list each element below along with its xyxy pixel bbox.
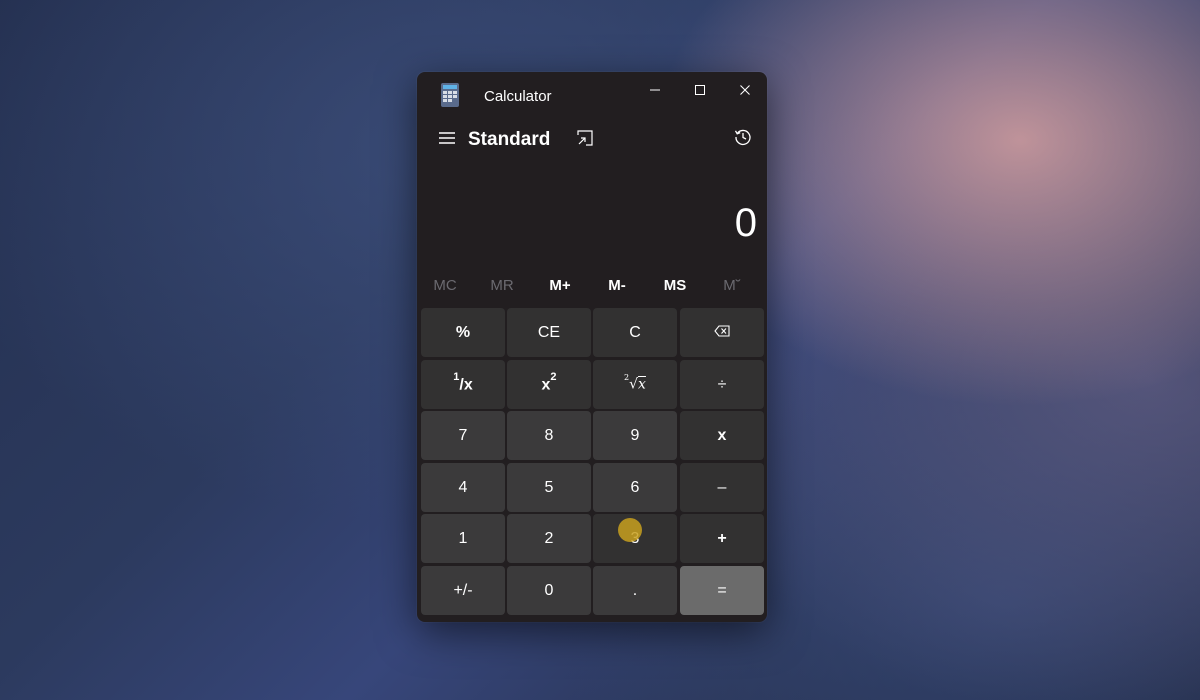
- percent-button[interactable]: %: [421, 308, 505, 357]
- memory-recall-button[interactable]: MR: [474, 272, 530, 300]
- app-title: Calculator: [484, 88, 552, 105]
- calculator-icon: [441, 83, 459, 107]
- backspace-button[interactable]: [680, 308, 764, 357]
- plus-button[interactable]: +: [680, 514, 764, 563]
- zero-button[interactable]: 0: [507, 566, 591, 615]
- maximize-icon: [694, 83, 706, 101]
- nine-button[interactable]: 9: [593, 411, 677, 460]
- memory-store-button[interactable]: MS: [647, 272, 703, 300]
- minimize-button[interactable]: [633, 78, 677, 106]
- reciprocal-label: 1/x: [453, 371, 473, 394]
- mouse-cursor-indicator: [618, 518, 642, 542]
- title-bar[interactable]: Calculator: [417, 72, 767, 118]
- backspace-icon: [714, 324, 730, 342]
- square-root-button[interactable]: 2√x: [593, 360, 677, 409]
- mode-title: Standard: [468, 129, 551, 150]
- equals-button[interactable]: =: [680, 566, 764, 615]
- four-button[interactable]: 4: [421, 463, 505, 512]
- five-button[interactable]: 5: [507, 463, 591, 512]
- keep-on-top-icon: [577, 129, 593, 151]
- negate-button[interactable]: +/-: [421, 566, 505, 615]
- memory-add-button[interactable]: M+: [532, 272, 588, 300]
- close-icon: [739, 83, 751, 101]
- memory-subtract-button[interactable]: M-: [589, 272, 645, 300]
- seven-button[interactable]: 7: [421, 411, 505, 460]
- history-button[interactable]: [731, 127, 755, 151]
- keep-on-top-button[interactable]: [574, 129, 596, 151]
- minus-button[interactable]: –: [680, 463, 764, 512]
- two-button[interactable]: 2: [507, 514, 591, 563]
- square-root-label: 2√x: [624, 373, 646, 393]
- hamburger-icon: [439, 131, 455, 150]
- result-display: 0: [734, 201, 757, 245]
- history-icon: [734, 128, 752, 151]
- multiply-button[interactable]: x: [680, 411, 764, 460]
- decimal-button[interactable]: .: [593, 566, 677, 615]
- minimize-icon: [649, 83, 661, 101]
- calculator-window: Calculator Standard 0 MC MR M+ M- MS M˘ …: [417, 72, 767, 622]
- calculator-header: Standard: [417, 120, 767, 160]
- memory-list-button[interactable]: M˘: [704, 272, 760, 300]
- navigation-menu-button[interactable]: [433, 126, 461, 154]
- memory-row: MC MR M+ M- MS M˘: [417, 272, 767, 300]
- square-label: x2: [541, 371, 557, 394]
- close-button[interactable]: [723, 78, 767, 106]
- memory-clear-button[interactable]: MC: [417, 272, 473, 300]
- square-button[interactable]: x2: [507, 360, 591, 409]
- divide-button[interactable]: ÷: [680, 360, 764, 409]
- clear-entry-button[interactable]: CE: [507, 308, 591, 357]
- maximize-button[interactable]: [678, 78, 722, 106]
- clear-button[interactable]: C: [593, 308, 677, 357]
- reciprocal-button[interactable]: 1/x: [421, 360, 505, 409]
- one-button[interactable]: 1: [421, 514, 505, 563]
- six-button[interactable]: 6: [593, 463, 677, 512]
- eight-button[interactable]: 8: [507, 411, 591, 460]
